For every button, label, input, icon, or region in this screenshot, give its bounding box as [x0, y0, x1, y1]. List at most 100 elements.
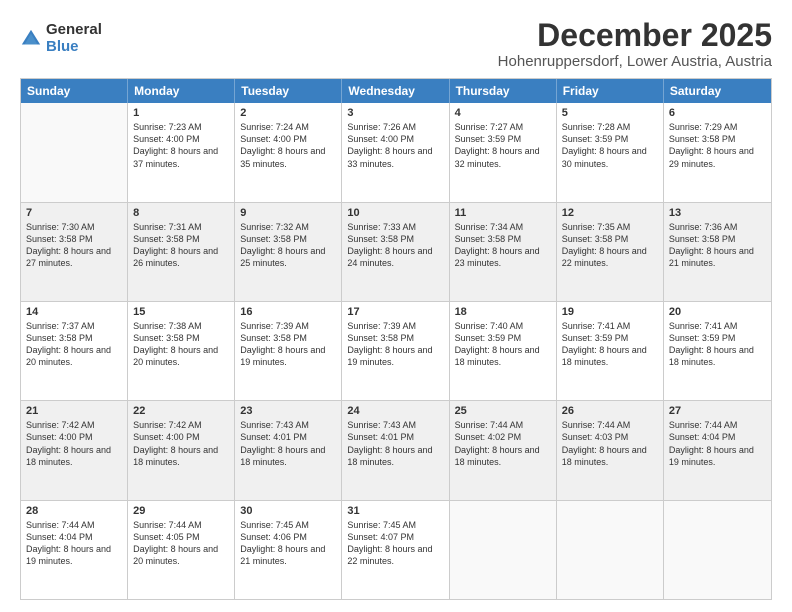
day-number: 17	[347, 306, 443, 318]
calendar-week-row: 1 Sunrise: 7:23 AMSunset: 4:00 PMDaylight…	[21, 103, 771, 202]
header: General Blue December 2025 Hohenruppersd…	[20, 18, 772, 70]
cell-info: Sunrise: 7:39 AMSunset: 3:58 PMDaylight:…	[347, 321, 432, 367]
cell-info: Sunrise: 7:44 AMSunset: 4:03 PMDaylight:…	[562, 420, 647, 466]
day-number: 26	[562, 405, 658, 417]
cell-info: Sunrise: 7:37 AMSunset: 3:58 PMDaylight:…	[26, 321, 111, 367]
calendar-cell	[557, 501, 664, 599]
cell-info: Sunrise: 7:41 AMSunset: 3:59 PMDaylight:…	[669, 321, 754, 367]
day-number: 7	[26, 207, 122, 219]
calendar-cell: 23 Sunrise: 7:43 AMSunset: 4:01 PMDayligh…	[235, 401, 342, 499]
calendar-cell: 22 Sunrise: 7:42 AMSunset: 4:00 PMDayligh…	[128, 401, 235, 499]
calendar-week-row: 21Sunrise: 7:42 AMSunset: 4:00 PMDayligh…	[21, 401, 771, 500]
day-number: 8	[133, 207, 229, 219]
calendar-header-day: Thursday	[450, 79, 557, 103]
day-number: 6	[669, 107, 766, 119]
calendar-cell: 5Sunrise: 7:28 AMSunset: 3:59 PMDaylight…	[557, 103, 664, 201]
logo-icon	[20, 28, 42, 50]
calendar-cell: 20Sunrise: 7:41 AMSunset: 3:59 PMDayligh…	[664, 302, 771, 400]
day-number: 22	[133, 405, 229, 417]
day-number: 1	[133, 107, 229, 119]
day-number: 12	[562, 207, 658, 219]
calendar-cell: 1 Sunrise: 7:23 AMSunset: 4:00 PMDaylight…	[128, 103, 235, 201]
calendar-cell: 8 Sunrise: 7:31 AMSunset: 3:58 PMDaylight…	[128, 203, 235, 301]
calendar-cell: 4 Sunrise: 7:27 AMSunset: 3:59 PMDaylight…	[450, 103, 557, 201]
calendar: SundayMondayTuesdayWednesdayThursdayFrid…	[20, 78, 772, 600]
cell-info: Sunrise: 7:30 AMSunset: 3:58 PMDaylight:…	[26, 222, 111, 268]
day-number: 16	[240, 306, 336, 318]
cell-info: Sunrise: 7:44 AMSunset: 4:04 PMDaylight:…	[669, 420, 754, 466]
calendar-cell	[21, 103, 128, 201]
calendar-cell: 10Sunrise: 7:33 AMSunset: 3:58 PMDayligh…	[342, 203, 449, 301]
calendar-cell: 11Sunrise: 7:34 AMSunset: 3:58 PMDayligh…	[450, 203, 557, 301]
calendar-cell: 2 Sunrise: 7:24 AMSunset: 4:00 PMDaylight…	[235, 103, 342, 201]
cell-info: Sunrise: 7:43 AMSunset: 4:01 PMDaylight:…	[240, 420, 325, 466]
cell-info: Sunrise: 7:44 AMSunset: 4:04 PMDaylight:…	[26, 520, 111, 566]
day-number: 19	[562, 306, 658, 318]
calendar-cell: 28 Sunrise: 7:44 AMSunset: 4:04 PMDayligh…	[21, 501, 128, 599]
calendar-cell: 3Sunrise: 7:26 AMSunset: 4:00 PMDaylight…	[342, 103, 449, 201]
logo: General Blue	[20, 22, 102, 55]
calendar-cell: 15Sunrise: 7:38 AMSunset: 3:58 PMDayligh…	[128, 302, 235, 400]
cell-info: Sunrise: 7:34 AMSunset: 3:58 PMDaylight:…	[455, 222, 540, 268]
cell-info: Sunrise: 7:44 AMSunset: 4:05 PMDaylight:…	[133, 520, 218, 566]
calendar-header-day: Wednesday	[342, 79, 449, 103]
cell-info: Sunrise: 7:39 AMSunset: 3:58 PMDaylight:…	[240, 321, 325, 367]
calendar-cell: 31 Sunrise: 7:45 AMSunset: 4:07 PMDayligh…	[342, 501, 449, 599]
day-number: 28	[26, 505, 122, 517]
day-number: 23	[240, 405, 336, 417]
calendar-cell: 17 Sunrise: 7:39 AMSunset: 3:58 PMDayligh…	[342, 302, 449, 400]
day-number: 18	[455, 306, 551, 318]
calendar-cell: 19 Sunrise: 7:41 AMSunset: 3:59 PMDayligh…	[557, 302, 664, 400]
day-number: 25	[455, 405, 551, 417]
logo-general: General	[46, 22, 102, 39]
calendar-cell: 21Sunrise: 7:42 AMSunset: 4:00 PMDayligh…	[21, 401, 128, 499]
day-number: 3	[347, 107, 443, 119]
cell-info: Sunrise: 7:32 AMSunset: 3:58 PMDaylight:…	[240, 222, 325, 268]
calendar-header-day: Tuesday	[235, 79, 342, 103]
cell-info: Sunrise: 7:42 AMSunset: 4:00 PMDaylight:…	[133, 420, 218, 466]
cell-info: Sunrise: 7:40 AMSunset: 3:59 PMDaylight:…	[455, 321, 540, 367]
cell-info: Sunrise: 7:38 AMSunset: 3:58 PMDaylight:…	[133, 321, 218, 367]
cell-info: Sunrise: 7:33 AMSunset: 3:58 PMDaylight:…	[347, 222, 432, 268]
calendar-cell: 26 Sunrise: 7:44 AMSunset: 4:03 PMDayligh…	[557, 401, 664, 499]
cell-info: Sunrise: 7:44 AMSunset: 4:02 PMDaylight:…	[455, 420, 540, 466]
calendar-cell: 29 Sunrise: 7:44 AMSunset: 4:05 PMDayligh…	[128, 501, 235, 599]
calendar-body: 1 Sunrise: 7:23 AMSunset: 4:00 PMDaylight…	[21, 103, 771, 599]
calendar-cell: 30Sunrise: 7:45 AMSunset: 4:06 PMDayligh…	[235, 501, 342, 599]
cell-info: Sunrise: 7:41 AMSunset: 3:59 PMDaylight:…	[562, 321, 647, 367]
calendar-week-row: 14Sunrise: 7:37 AMSunset: 3:58 PMDayligh…	[21, 302, 771, 401]
cell-info: Sunrise: 7:23 AMSunset: 4:00 PMDaylight:…	[133, 122, 218, 168]
day-number: 24	[347, 405, 443, 417]
day-number: 31	[347, 505, 443, 517]
cell-info: Sunrise: 7:43 AMSunset: 4:01 PMDaylight:…	[347, 420, 432, 466]
day-number: 4	[455, 107, 551, 119]
cell-info: Sunrise: 7:35 AMSunset: 3:58 PMDaylight:…	[562, 222, 647, 268]
day-number: 30	[240, 505, 336, 517]
calendar-cell: 9Sunrise: 7:32 AMSunset: 3:58 PMDaylight…	[235, 203, 342, 301]
logo-text: General Blue	[46, 22, 102, 55]
calendar-week-row: 7 Sunrise: 7:30 AMSunset: 3:58 PMDaylight…	[21, 203, 771, 302]
calendar-cell	[664, 501, 771, 599]
calendar-cell: 14Sunrise: 7:37 AMSunset: 3:58 PMDayligh…	[21, 302, 128, 400]
cell-info: Sunrise: 7:31 AMSunset: 3:58 PMDaylight:…	[133, 222, 218, 268]
calendar-cell: 24 Sunrise: 7:43 AMSunset: 4:01 PMDayligh…	[342, 401, 449, 499]
calendar-week-row: 28 Sunrise: 7:44 AMSunset: 4:04 PMDayligh…	[21, 501, 771, 599]
calendar-header: SundayMondayTuesdayWednesdayThursdayFrid…	[21, 79, 771, 103]
day-number: 13	[669, 207, 766, 219]
calendar-cell: 6Sunrise: 7:29 AMSunset: 3:58 PMDaylight…	[664, 103, 771, 201]
day-number: 5	[562, 107, 658, 119]
logo-blue: Blue	[46, 39, 102, 56]
day-number: 27	[669, 405, 766, 417]
day-number: 29	[133, 505, 229, 517]
calendar-cell: 16 Sunrise: 7:39 AMSunset: 3:58 PMDayligh…	[235, 302, 342, 400]
calendar-cell	[450, 501, 557, 599]
title-area: December 2025 Hohenruppersdorf, Lower Au…	[498, 18, 772, 70]
cell-info: Sunrise: 7:27 AMSunset: 3:59 PMDaylight:…	[455, 122, 540, 168]
calendar-cell: 27 Sunrise: 7:44 AMSunset: 4:04 PMDayligh…	[664, 401, 771, 499]
month-title: December 2025	[498, 18, 772, 53]
calendar-cell: 25 Sunrise: 7:44 AMSunset: 4:02 PMDayligh…	[450, 401, 557, 499]
cell-info: Sunrise: 7:36 AMSunset: 3:58 PMDaylight:…	[669, 222, 754, 268]
day-number: 2	[240, 107, 336, 119]
cell-info: Sunrise: 7:24 AMSunset: 4:00 PMDaylight:…	[240, 122, 325, 168]
cell-info: Sunrise: 7:45 AMSunset: 4:07 PMDaylight:…	[347, 520, 432, 566]
